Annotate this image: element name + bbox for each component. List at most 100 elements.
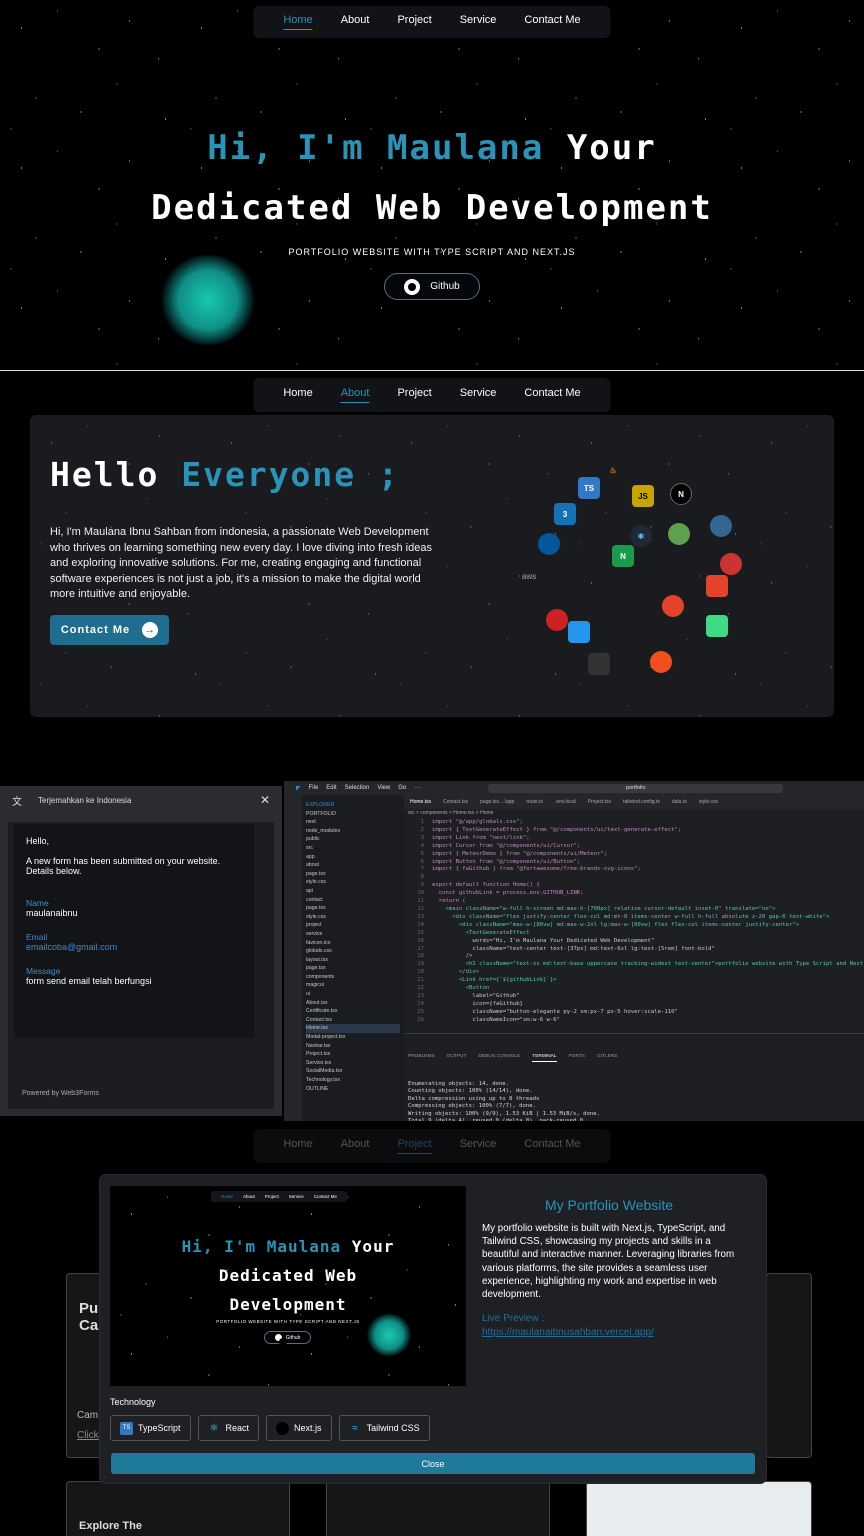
file-tree-item[interactable]: Contact.tsx [306, 1016, 400, 1025]
file-tree-item[interactable]: service [306, 930, 400, 939]
file-tree-item[interactable]: project [306, 921, 400, 930]
file-tree-item[interactable]: ui [306, 990, 400, 999]
terminal-line: Enumerating objects: 14, done. [408, 1080, 510, 1087]
live-preview-link[interactable]: https://maulanaibnusahban.vercel.app/ [482, 1327, 654, 1338]
code-line: 4 import Cursor from "@/components/ui/Cur… [408, 843, 860, 851]
file-tree-item[interactable]: app [306, 853, 400, 862]
code-editor[interactable]: 1 import "@/app/globals.css"; 2 import { Te… [404, 817, 864, 1039]
nav-contact[interactable]: Contact Me [524, 387, 580, 403]
terminal-output: Enumerating objects: 14, done. Counting o… [408, 1081, 860, 1122]
editor-tab[interactable]: tailwind.config.ts [623, 799, 660, 805]
line-number: 20 [417, 969, 424, 976]
panel-tab[interactable]: TERMINAL [532, 1053, 557, 1062]
file-tree-item[interactable]: Certificate.tsx [306, 1007, 400, 1016]
file-tree-item[interactable]: next [306, 818, 400, 827]
email-email-value[interactable]: emailcoba@gmail.com [26, 942, 242, 952]
panel-tab[interactable]: DEBUG CONSOLE [478, 1053, 520, 1062]
nav-contact[interactable]: Contact Me [524, 14, 580, 30]
about-card: Hello Everyone ; Hi, I'm Maulana Ibnu Sa… [30, 415, 834, 717]
file-tree-item[interactable]: Project.tsx [306, 1050, 400, 1059]
file-tree-item[interactable]: api [306, 887, 400, 896]
editor-tab[interactable]: data.ts [672, 799, 687, 805]
editor-tab[interactable]: route.ts [526, 799, 543, 805]
file-tree-item[interactable]: node_modules [306, 827, 400, 836]
file-tree-item[interactable]: src [306, 844, 400, 853]
editor-tab[interactable]: page.tsx ...\app [480, 799, 514, 805]
line-number: 23 [417, 992, 424, 999]
file-tree-item[interactable]: components [306, 973, 400, 982]
nav-project[interactable]: Project [397, 14, 431, 30]
about-heading: Hello Everyone ; [50, 455, 400, 494]
github-button[interactable]: Github [384, 273, 480, 300]
editor-tab[interactable]: .env.local [555, 799, 576, 805]
nav-service[interactable]: Service [460, 14, 497, 30]
panel-tab[interactable]: OUTPUT [447, 1053, 467, 1062]
vscode-menubar: ◤ File Edit Selection View Go ··· portfo… [284, 781, 864, 795]
code-text: export default function Home() { [432, 882, 540, 889]
file-tree-item[interactable]: layout.tsx [306, 956, 400, 965]
file-tree-item[interactable]: Modal-project.tsx [306, 1033, 400, 1042]
nav-service[interactable]: Service [460, 1138, 497, 1154]
editor-tab[interactable]: Contact.tsx [443, 799, 468, 805]
file-tree-item[interactable]: globals.css [306, 947, 400, 956]
bg-card-link[interactable]: Click [77, 1430, 99, 1441]
file-tree-item[interactable]: Service.tsx [306, 1059, 400, 1068]
panel-tab[interactable]: PROBLEMS [408, 1053, 435, 1062]
line-number: 13 [417, 913, 424, 920]
close-button[interactable]: Close [111, 1453, 755, 1474]
file-tree-item[interactable]: public [306, 835, 400, 844]
nav-about[interactable]: About [340, 387, 370, 403]
file-tree-item[interactable]: style.css [306, 878, 400, 887]
menu-file[interactable]: File [309, 785, 319, 791]
nav-contact[interactable]: Contact Me [524, 1138, 580, 1154]
vscode-search[interactable]: portfolio [488, 783, 784, 793]
top-navbar: Home About Project Service Contact Me [253, 6, 611, 38]
file-tree-item[interactable]: page.tsx [306, 904, 400, 913]
nav-about[interactable]: About [341, 14, 370, 30]
translate-link[interactable]: Terjemahkan ke Indonesia [38, 796, 131, 805]
about-hello: Hello [50, 455, 160, 494]
file-tree-item[interactable]: contact [306, 896, 400, 905]
code-line: 1 import "@/app/globals.css"; [408, 819, 860, 827]
file-tree-item[interactable]: SocialMedia.tsx [306, 1067, 400, 1076]
code-line: 8 [408, 874, 860, 882]
line-number: 19 [417, 961, 424, 968]
nav-service[interactable]: Service [460, 387, 497, 403]
menu-more[interactable]: ··· [414, 785, 420, 791]
panel-tab[interactable]: PORTS [569, 1053, 585, 1062]
menu-go[interactable]: Go [398, 785, 406, 791]
nav-about[interactable]: About [341, 1138, 370, 1154]
contact-me-button[interactable]: Contact Me → [50, 615, 169, 645]
file-tree-item[interactable]: Home.tsx [306, 1024, 400, 1034]
file-tree-item[interactable]: Technology.tsx [306, 1076, 400, 1085]
chip-tailwind: ≈ Tailwind CSS [338, 1415, 430, 1441]
nav-home[interactable]: Home [283, 387, 312, 403]
editor-tab[interactable]: Project.tsx [588, 799, 611, 805]
menu-edit[interactable]: Edit [326, 785, 336, 791]
close-icon[interactable]: ✕ [260, 793, 270, 807]
nav-home[interactable]: Home [283, 14, 313, 30]
screenshot-subtitle: PORTFOLIO WEBSITE WITH TYPE SCRIPT AND N… [216, 1319, 360, 1324]
file-tree-item[interactable]: page.tsx [306, 870, 400, 879]
file-tree-item[interactable]: magicui [306, 981, 400, 990]
file-tree-item[interactable]: About.tsx [306, 999, 400, 1008]
file-tree-item[interactable]: style.css [306, 913, 400, 922]
file-tree-item[interactable]: about [306, 861, 400, 870]
nav-project[interactable]: Project [397, 1138, 432, 1154]
nav-project[interactable]: Project [397, 387, 431, 403]
file-tree-item[interactable]: PORTFOLIO [306, 810, 400, 819]
email-powered-by: Powered by Web3Forms [22, 1090, 99, 1097]
file-tree-item[interactable]: page.tsx [306, 964, 400, 973]
editor-tab[interactable]: style.css [699, 799, 718, 805]
file-tree-item[interactable]: favicon.ico [306, 939, 400, 948]
file-tree-item[interactable]: OUTLINE [306, 1085, 400, 1094]
code-text: /> [432, 953, 473, 960]
menu-view[interactable]: View [377, 785, 390, 791]
menu-selection[interactable]: Selection [345, 785, 370, 791]
panel-tab[interactable]: GITLENS [597, 1053, 618, 1062]
editor-tab[interactable]: Home.tsx [410, 799, 431, 805]
nav-home[interactable]: Home [283, 1138, 312, 1154]
file-tree-item[interactable]: Navbar.tsx [306, 1042, 400, 1051]
hero-section: Home About Project Service Contact Me Hi… [0, 0, 864, 370]
line-number: 12 [417, 905, 424, 912]
